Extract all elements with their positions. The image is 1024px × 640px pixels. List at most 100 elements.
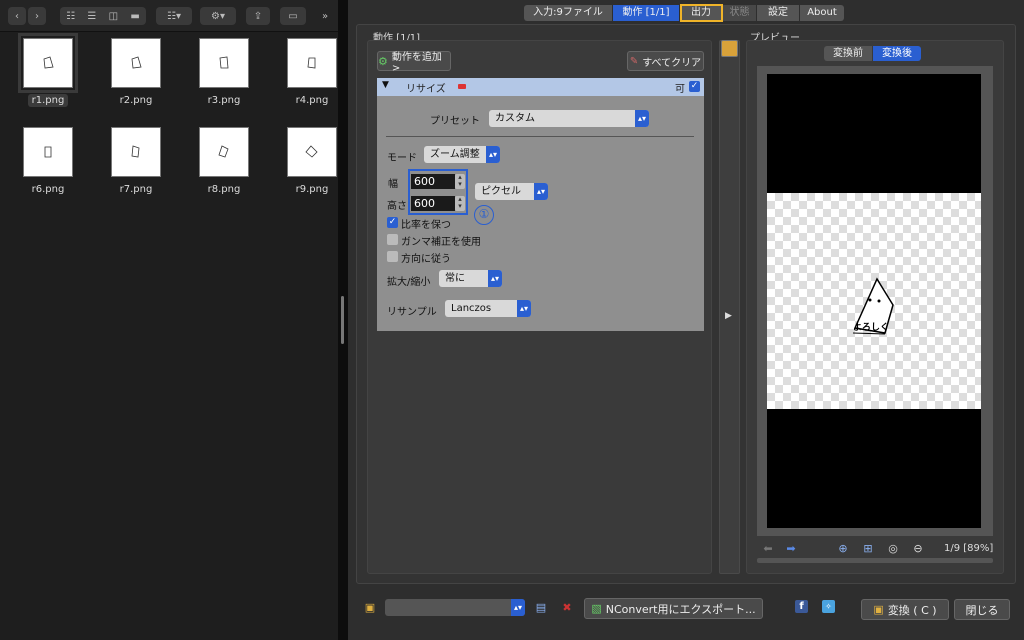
script-select[interactable]: ▴▾: [385, 599, 525, 616]
file-name[interactable]: r6.png: [13, 184, 83, 195]
tab-after[interactable]: 変換後: [873, 46, 921, 61]
convert-button[interactable]: ▣ 変換 ( C ): [861, 599, 949, 620]
height-stepper[interactable]: ▴ ▾: [455, 196, 465, 211]
previous-arrow-icon[interactable]: ⬅: [760, 540, 776, 556]
twitter-icon[interactable]: ✧: [822, 600, 835, 613]
save-icon[interactable]: ▤: [533, 599, 549, 615]
add-action-button[interactable]: ⚙ 動作を追加>: [377, 51, 451, 74]
action-button[interactable]: ⚙▾: [200, 7, 236, 25]
preview-image: よろしく: [767, 193, 981, 409]
next-arrow-icon[interactable]: ➡: [783, 540, 799, 556]
file-thumbnail[interactable]: [287, 38, 337, 88]
gallery-view-icon[interactable]: ▬: [130, 11, 139, 22]
export-nconvert-button[interactable]: ▧ NConvert用にエクスポート...: [584, 598, 763, 619]
file-name[interactable]: r4.png: [277, 95, 347, 106]
image-file-icon: [44, 146, 52, 158]
tag-button[interactable]: ▭: [280, 7, 306, 25]
output-tab-highlight: [680, 4, 723, 22]
resample-label: リサンプル: [387, 307, 437, 318]
image-file-icon: [218, 145, 229, 158]
file-name[interactable]: r2.png: [101, 95, 171, 106]
tab-input[interactable]: 入力:9ファイル: [524, 5, 612, 21]
updown-arrow-icon: ▴▾: [635, 110, 649, 127]
share-button[interactable]: ⇪: [246, 7, 270, 25]
collapse-triangle-icon[interactable]: ▼: [382, 80, 389, 90]
enabled-checkbox[interactable]: ✓: [689, 81, 700, 92]
forward-button[interactable]: ›: [28, 7, 46, 25]
file-name[interactable]: r9.png: [277, 184, 347, 195]
enlarge-select[interactable]: 常に ▴▾: [439, 270, 502, 287]
actual-size-icon[interactable]: ◎: [885, 540, 901, 556]
zoom-in-icon[interactable]: ⊕: [835, 540, 851, 556]
file-name[interactable]: r1.png: [13, 94, 83, 107]
remove-action-icon[interactable]: [458, 84, 466, 89]
close-button[interactable]: 閉じる: [954, 599, 1010, 620]
width-input[interactable]: 600: [411, 174, 455, 189]
tab-status: 状態: [723, 5, 756, 21]
list-view-icon[interactable]: ☰: [87, 11, 96, 22]
gamma-label: ガンマ補正を使用: [401, 237, 481, 248]
delete-icon[interactable]: ✖: [559, 599, 575, 615]
orientation-label: 方向に従う: [401, 254, 451, 265]
resample-value: Lanczos: [451, 303, 492, 314]
image-file-icon: [131, 145, 140, 158]
convert-icon: ▣: [873, 603, 884, 616]
file-thumbnail[interactable]: [111, 127, 161, 177]
overflow-button[interactable]: »: [318, 7, 332, 25]
facebook-icon[interactable]: f: [795, 600, 808, 613]
clear-all-label: すべてクリア: [642, 57, 702, 69]
tab-before[interactable]: 変換前: [824, 46, 872, 61]
preview-scrollbar[interactable]: [757, 558, 993, 563]
icon-view-icon[interactable]: ☷: [66, 11, 75, 22]
preset-select[interactable]: カスタム ▴▾: [489, 110, 649, 127]
file-name[interactable]: r8.png: [189, 184, 259, 195]
file-thumbnail[interactable]: [287, 127, 337, 177]
view-mode-switcher[interactable]: ☷ ☰ ◫ ▬: [60, 7, 146, 25]
export-icon: ▧: [591, 602, 602, 615]
expand-arrow-icon[interactable]: ▶: [725, 311, 732, 321]
file-name[interactable]: r3.png: [189, 95, 259, 106]
resize-action-header[interactable]: ▼ リサイズ 可 ✓: [377, 78, 704, 96]
file-thumbnail[interactable]: [23, 127, 73, 177]
gamma-checkbox[interactable]: [387, 234, 398, 245]
enlarge-label: 拡大/縮小: [387, 277, 431, 288]
file-name[interactable]: r7.png: [101, 184, 171, 195]
tab-about[interactable]: About: [800, 5, 844, 21]
mode-label: モード: [387, 153, 417, 164]
tab-settings[interactable]: 設定: [757, 5, 799, 21]
file-thumbnail[interactable]: [18, 33, 78, 93]
annotation-one: ①: [474, 205, 494, 225]
column-view-icon[interactable]: ◫: [109, 11, 118, 22]
resample-select[interactable]: Lanczos ▴▾: [445, 300, 531, 317]
tab-actions[interactable]: 動作 [1/1]: [613, 5, 679, 21]
convert-label: 変換 ( C ): [887, 603, 937, 617]
updown-arrow-icon: ▴▾: [486, 146, 500, 163]
resize-header-label: リサイズ: [406, 84, 446, 95]
zoom-out-icon[interactable]: ⊖: [910, 540, 926, 556]
preview-drawing: [852, 277, 894, 335]
updown-arrow-icon: ▴▾: [488, 270, 502, 287]
folder-icon[interactable]: ▣: [362, 599, 378, 615]
preview-toggle-strip[interactable]: [719, 40, 740, 574]
image-file-icon: [307, 57, 316, 69]
height-input[interactable]: 600: [411, 196, 455, 211]
orientation-checkbox[interactable]: [387, 251, 398, 262]
file-thumbnail[interactable]: [199, 38, 249, 88]
fit-screen-icon[interactable]: ⊞: [860, 540, 876, 556]
width-stepper[interactable]: ▴ ▾: [455, 174, 465, 189]
finder-window: ‹ › ☷ ☰ ◫ ▬ ☷▾ ⚙▾ ⇪ ▭ » r1.png r2.png r3…: [0, 0, 338, 640]
splitter-handle[interactable]: [341, 296, 344, 344]
mode-select[interactable]: ズーム調整 ▴▾: [424, 146, 500, 163]
keep-ratio-checkbox[interactable]: ✓: [387, 217, 398, 228]
image-icon[interactable]: [721, 40, 738, 57]
file-thumbnail[interactable]: [111, 38, 161, 88]
eraser-icon: ✎: [629, 55, 639, 67]
unit-select[interactable]: ピクセル ▴▾: [475, 183, 548, 200]
add-gear-icon: ⚙: [378, 54, 388, 68]
group-button[interactable]: ☷▾: [156, 7, 192, 25]
clear-all-button[interactable]: ✎ すべてクリア: [627, 51, 704, 71]
back-button[interactable]: ‹: [8, 7, 26, 25]
file-thumbnail[interactable]: [199, 127, 249, 177]
keep-ratio-label: 比率を保つ: [401, 220, 451, 231]
gear-icon: ⚙▾: [211, 10, 225, 22]
